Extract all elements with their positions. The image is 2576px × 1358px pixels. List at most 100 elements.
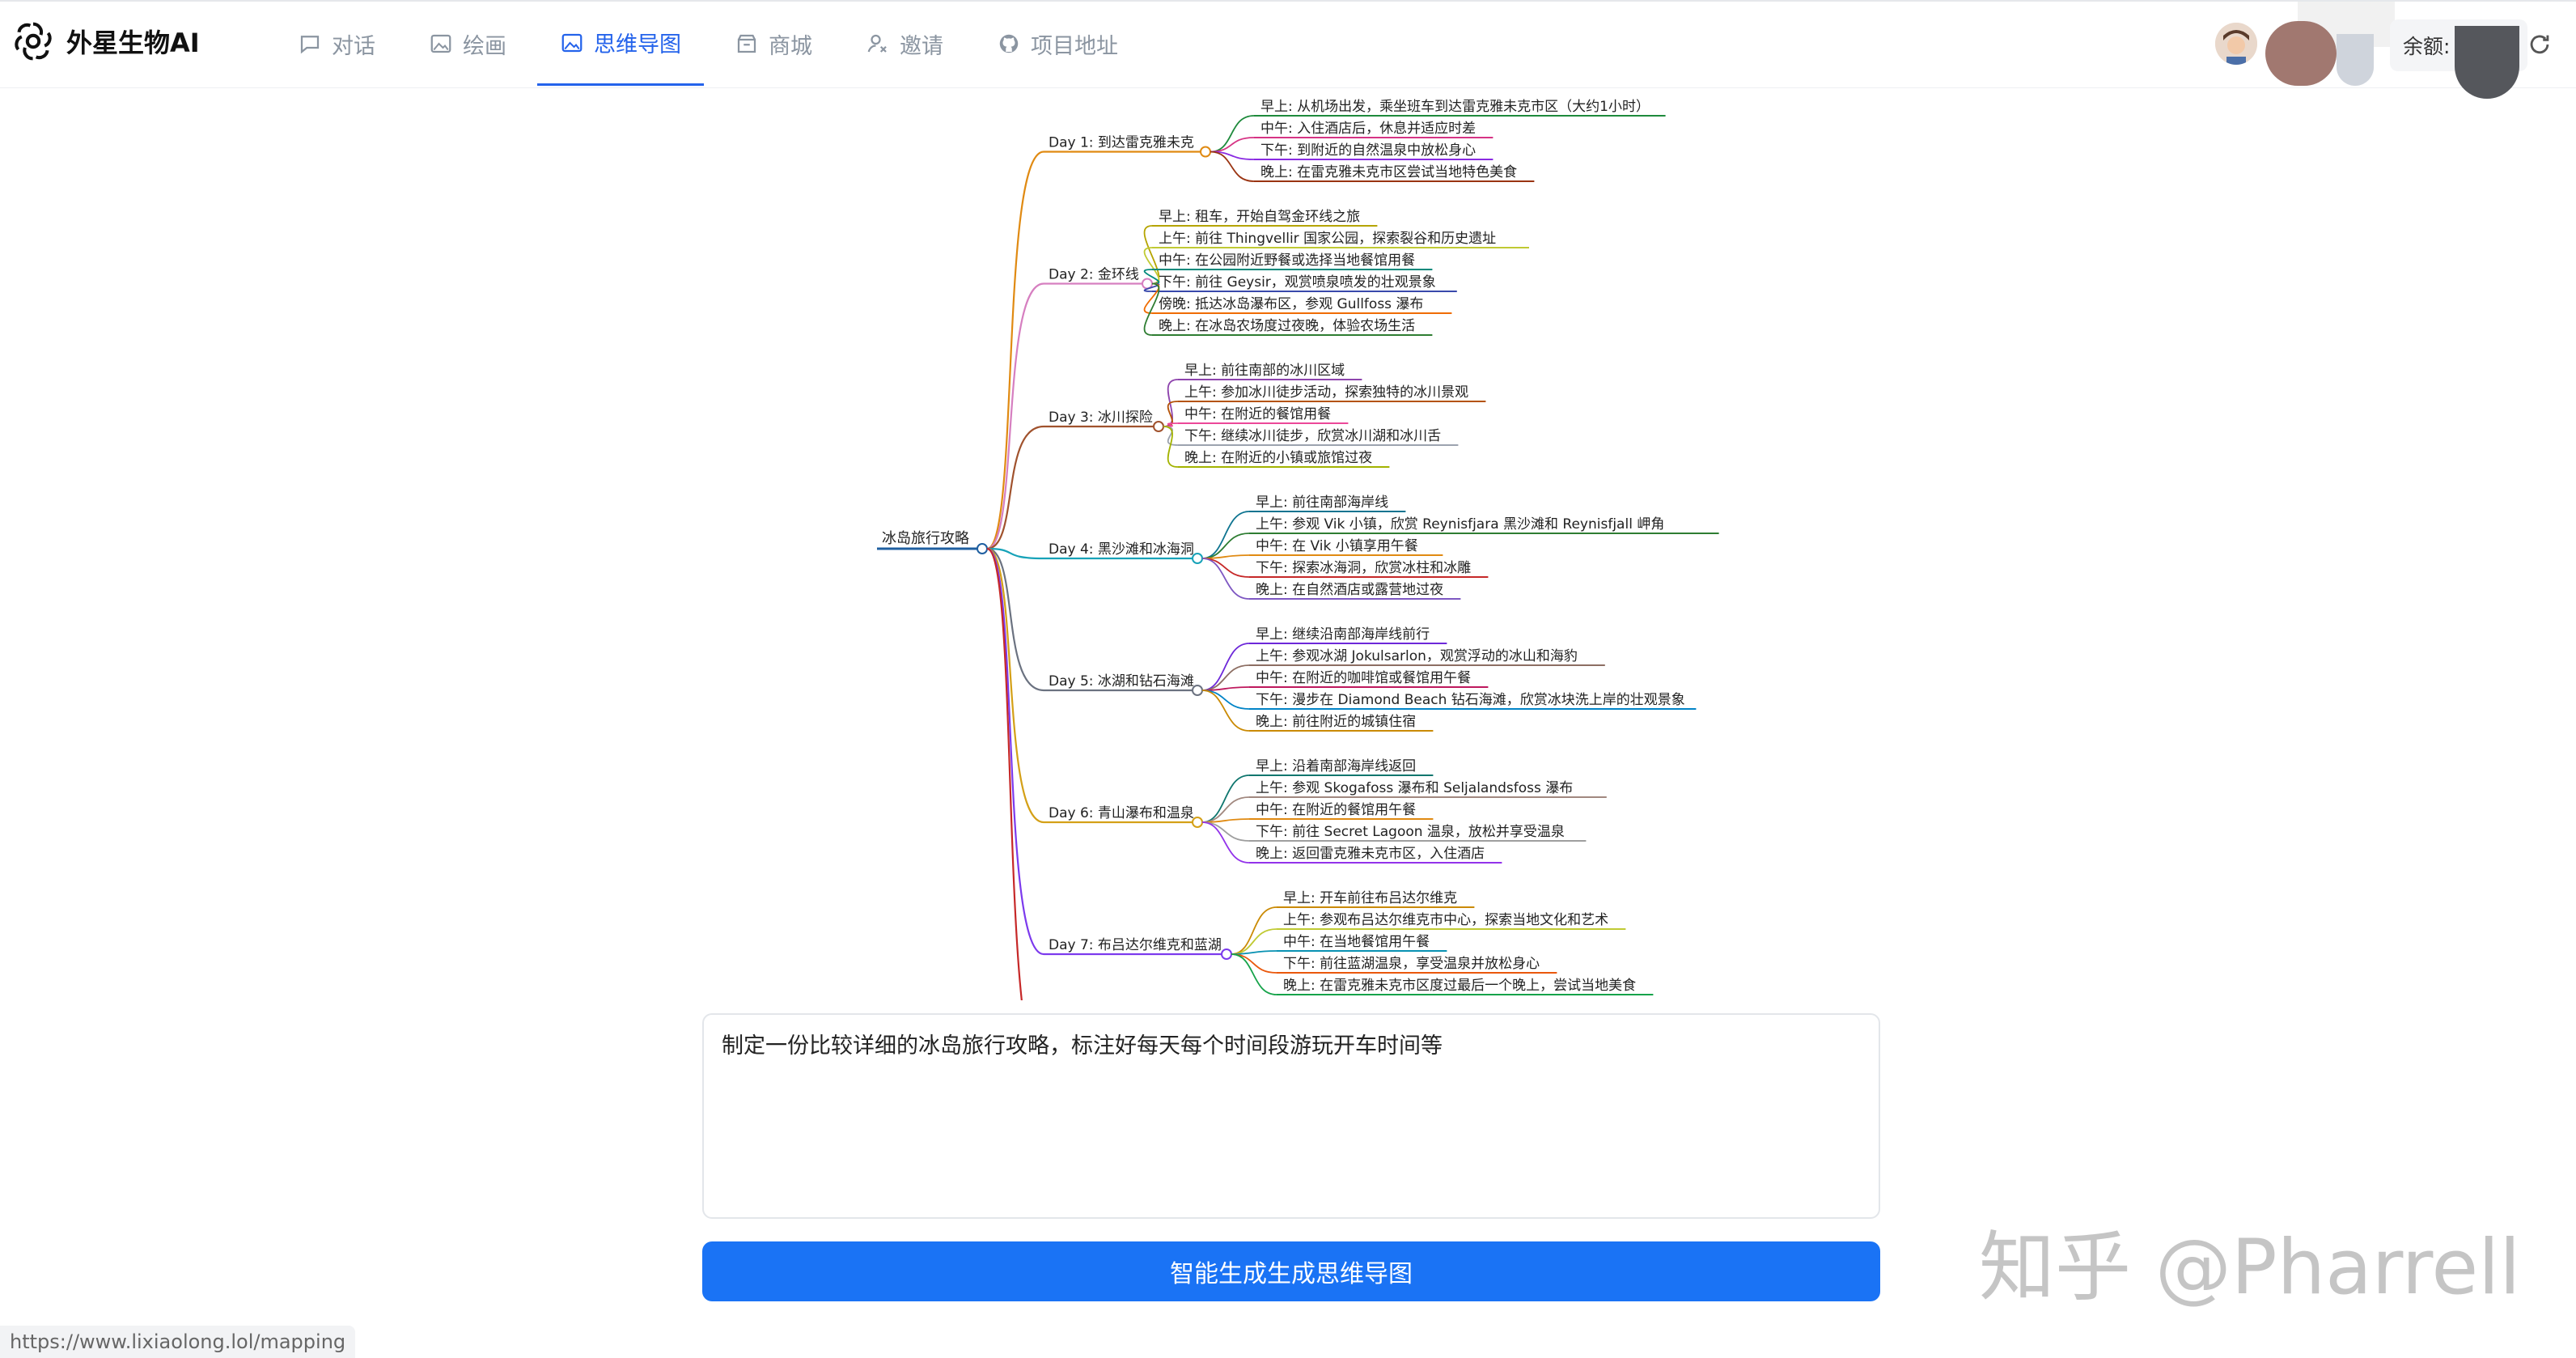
- top-header: 外星生物AI 对话 绘画 思维导图 商城 邀请 项目地址 余额:: [0, 0, 2576, 99]
- user-avatar[interactable]: [2215, 23, 2257, 65]
- mindmap-leaf-label: 早上: 从机场出发，乘坐班车到达雷克雅未克市区（大约1小时）: [1260, 99, 1650, 115]
- mindmap-day-node[interactable]: [1221, 948, 1232, 960]
- mindmap-leaf-label: 晚上: 在雷克雅未克市区度过最后一个晚上，尝试当地美食: [1283, 978, 1636, 994]
- mindmap-branch-line: [986, 425, 1044, 550]
- mindmap-leaf-label: 晚上: 在附近的小镇或旅馆过夜: [1184, 450, 1372, 466]
- mindmap-leaf-label: 早上: 开车前往布吕达尔维克: [1283, 890, 1457, 906]
- mindmap-leaf-line: [1201, 558, 1250, 600]
- prompt-text: 制定一份比较详细的冰岛旅行攻略，标注好每天每个时间段游玩开车时间等: [722, 1033, 1443, 1059]
- mindmap-leaf-line: [1201, 511, 1250, 559]
- image-icon: [430, 34, 451, 53]
- mindmap-leaf-label: 晚上: 返回雷克雅未克市区，入住酒店: [1256, 846, 1485, 862]
- redacted-area: [2337, 34, 2374, 86]
- mindmap-leaf-label: 上午: 参观 Skogafoss 瀑布和 Seljalandsfoss 瀑布: [1256, 780, 1573, 796]
- mindmap-leaf-line: [1210, 115, 1255, 153]
- mindmap-day-label: Day 1: 到达雷克雅未克: [1049, 135, 1194, 151]
- mindmap-leaf-label: 下午: 前往 Secret Lagoon 温泉，放松并享受温泉: [1256, 824, 1565, 840]
- mindmap-branch-line: [986, 282, 1044, 550]
- mindmap-leaf-label: 早上: 前往南部的冰川区域: [1184, 363, 1345, 379]
- store-icon: [737, 34, 756, 53]
- mindmap-leaf-label: 中午: 在附近的餐馆用午餐: [1256, 802, 1416, 818]
- mindmap-branch-line: [986, 547, 1023, 1000]
- mindmap-day-label: Day 3: 冰川探险: [1049, 410, 1153, 426]
- generate-button-label: 智能生成生成思维导图: [1170, 1260, 1413, 1288]
- generate-mindmap-button[interactable]: 智能生成生成思维导图: [702, 1241, 1880, 1301]
- mindmap-leaf-label: 上午: 参观冰湖 Jokulsarlon，观赏浮动的冰山和海豹: [1256, 648, 1578, 664]
- mindmap-leaf-label: 晚上: 在冰岛农场度过夜晚，体验农场生活: [1159, 318, 1415, 334]
- mindmap-day-node[interactable]: [1192, 553, 1203, 564]
- mindmap-leaf-label: 下午: 漫步在 Diamond Beach 钻石海滩，欣赏冰块洗上岸的壮观景象: [1256, 692, 1685, 708]
- balance-display: 余额:: [2390, 19, 2527, 99]
- mindmap-leaf-label: 上午: 前往 Thingvellir 国家公园，探索裂谷和历史遗址: [1159, 231, 1496, 247]
- mindmap-day-node[interactable]: [1192, 685, 1203, 696]
- mindmap-leaf-label: 上午: 参加冰川徒步活动，探索独特的冰川景观: [1184, 384, 1468, 401]
- app-logo[interactable]: 外星生物AI: [11, 19, 200, 63]
- app-name: 外星生物AI: [66, 28, 200, 58]
- mindmap-day-label: Day 6: 青山瀑布和温泉: [1049, 805, 1194, 821]
- mindmap-leaf-label: 下午: 前往蓝湖温泉，享受温泉并放松身心: [1283, 956, 1540, 972]
- nav-drawing-label: 绘画: [463, 33, 506, 59]
- status-bar-url: https://www.lixiaolong.lol/mapping: [0, 1326, 356, 1358]
- nav-chat-label: 对话: [332, 33, 375, 59]
- mindmap-leaf-line: [1231, 953, 1277, 974]
- nav-project-label: 项目地址: [1031, 33, 1118, 59]
- mindmap-leaf-line: [1201, 690, 1250, 710]
- mindmap-day-label: Day 7: 布吕达尔维克和蓝湖: [1049, 937, 1222, 953]
- watermark: 知乎 @Pharrell: [1979, 1224, 2521, 1312]
- mindmap-day-node[interactable]: [1200, 146, 1211, 158]
- refresh-icon[interactable]: [2526, 31, 2553, 58]
- mindmap-day-node[interactable]: [1192, 817, 1203, 828]
- mindmap-day-label: Day 5: 冰湖和钻石海滩: [1049, 673, 1194, 690]
- mindmap-branch-line: [986, 547, 1044, 824]
- nav-project[interactable]: 项目地址: [974, 2, 1141, 86]
- mindmap-leaf-label: 下午: 继续冰川徒步，欣赏冰川湖和冰川舌: [1184, 428, 1441, 444]
- mindmap-leaf-label: 下午: 到附近的自然温泉中放松身心: [1260, 142, 1476, 159]
- mindmap-leaf-label: 早上: 租车，开始自驾金环线之旅: [1159, 209, 1360, 225]
- mindmap-leaf-line: [1201, 643, 1250, 691]
- nav-invite-label: 邀请: [900, 33, 943, 59]
- nav-mindmap[interactable]: 思维导图: [537, 2, 704, 86]
- mindmap-leaf-label: 中午: 在附近的咖啡馆或餐馆用午餐: [1256, 670, 1471, 686]
- nav-store-label: 商城: [769, 33, 812, 59]
- mindmap-leaf-label: 中午: 在附近的餐馆用餐: [1184, 406, 1331, 422]
- mindmap-leaf-label: 下午: 前往 Geysir，观赏喷泉喷发的壮观景象: [1159, 274, 1436, 291]
- mindmap-leaf-label: 上午: 参观 Vik 小镇，欣赏 Reynisfjara 黑沙滩和 Reynis…: [1256, 516, 1664, 533]
- mindmap-leaf-label: 晚上: 前往附近的城镇住宿: [1256, 714, 1416, 730]
- mindmap-day-label: Day 2: 金环线: [1049, 267, 1139, 283]
- nav-drawing[interactable]: 绘画: [406, 2, 529, 86]
- mindmap-leaf-label: 晚上: 在雷克雅未克市区尝试当地特色美食: [1260, 164, 1517, 180]
- mindmap-leaf-label: 中午: 入住酒店后，休息并适应时差: [1260, 121, 1476, 137]
- mindmap-leaf-label: 晚上: 在自然酒店或露营地过夜: [1256, 582, 1443, 598]
- mindmap-day-node[interactable]: [1153, 421, 1164, 432]
- nav-store[interactable]: 商城: [712, 2, 835, 86]
- mindmap-leaf-label: 早上: 沿着南部海岸线返回: [1256, 758, 1416, 774]
- mindmap-root-label: 冰岛旅行攻略: [882, 530, 969, 547]
- nav-invite[interactable]: 邀请: [843, 2, 966, 86]
- mindmap-canvas: 冰岛旅行攻略 Day 1: 到达雷克雅未克 早上: 从机场出发，乘坐班车到达雷克雅未…: [877, 99, 1719, 1000]
- mindmap-leaf-label: 下午: 探索冰海洞，欣赏冰柱和冰雕: [1256, 560, 1471, 576]
- mindmap-leaf-label: 中午: 在公园附近野餐或选择当地餐馆用餐: [1159, 253, 1415, 269]
- invite-icon: [867, 34, 887, 53]
- openai-logo-icon: [15, 22, 52, 61]
- mindmap-root-node[interactable]: [977, 543, 988, 554]
- main-nav: 对话 绘画 思维导图 商城 邀请 项目地址: [275, 2, 1149, 86]
- mindmap-leaf-line: [1201, 690, 1250, 732]
- redacted-area: [2265, 21, 2337, 86]
- mindmap-leaf-label: 早上: 继续沿南部海岸线前行: [1256, 626, 1430, 643]
- mindmap-leaf-line: [1201, 821, 1250, 864]
- prompt-input[interactable]: 制定一份比较详细的冰岛旅行攻略，标注好每天每个时间段游玩开车时间等: [702, 1013, 1880, 1219]
- mindmap-icon: [561, 33, 583, 52]
- avatar-face-icon: [2215, 23, 2257, 65]
- mindmap-leaf-label: 傍晚: 抵达冰岛瀑布区，参观 Gullfoss 瀑布: [1159, 296, 1423, 312]
- mindmap-leaf-label: 上午: 参观布吕达尔维克市中心，探索当地文化和艺术: [1283, 912, 1608, 928]
- mindmap-leaf-line: [1210, 137, 1255, 153]
- mindmap-leaf-line: [1231, 953, 1277, 995]
- balance-label: 余额:: [2403, 35, 2451, 58]
- nav-mindmap-label: 思维导图: [594, 32, 681, 57]
- chat-icon: [300, 36, 320, 54]
- github-icon: [999, 34, 1019, 53]
- nav-chat[interactable]: 对话: [275, 2, 398, 86]
- mindmap-leaf-line: [1201, 821, 1250, 842]
- mindmap-leaf-label: 早上: 前往南部海岸线: [1256, 494, 1388, 511]
- mindmap-leaf-line: [1201, 774, 1250, 823]
